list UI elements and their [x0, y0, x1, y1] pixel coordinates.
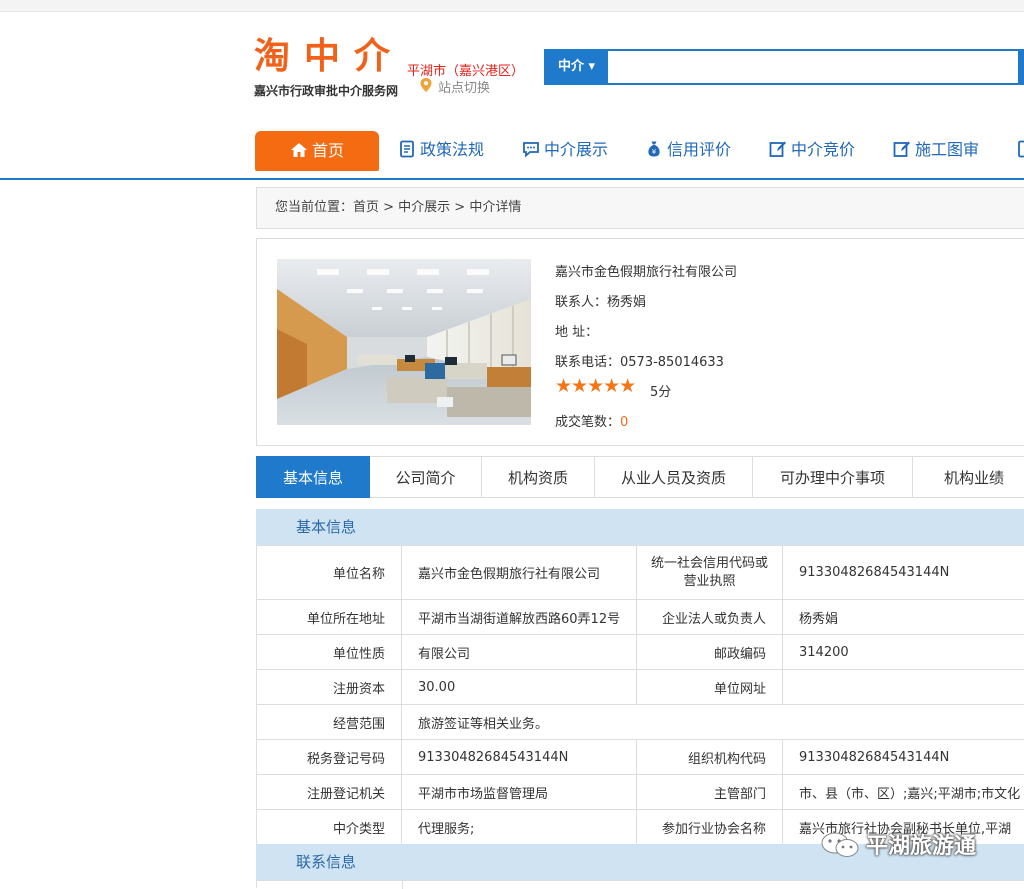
tax-number-label: 税务登记号码: [257, 740, 402, 775]
nav-drawing-review[interactable]: 施工图审: [893, 128, 979, 172]
document-icon: [1016, 140, 1024, 158]
deal-count: 成交笔数：0: [555, 411, 628, 430]
tab-qualification[interactable]: 机构资质: [482, 456, 595, 498]
section-basic-info: 基本信息: [256, 509, 1024, 545]
table-row: 注册登记机关 平湖市市场监督管理局 主管部门 市、县（市、区）;嘉兴;平湖市;市…: [257, 775, 1024, 810]
deal-count-value: 0: [620, 415, 628, 430]
nav-policy-label: 政策法规: [420, 140, 484, 159]
registration-authority-label: 注册登记机关: [257, 775, 402, 810]
basic-info-table: 单位名称 嘉兴市金色假期旅行社有限公司 统一社会信用代码或营业执照 913304…: [256, 545, 1024, 845]
unit-name-label: 单位名称: [257, 546, 402, 600]
nav-more[interactable]: [1016, 128, 1024, 172]
registration-authority-value: 平湖市市场监督管理局: [402, 775, 637, 810]
nav-credit-label: 信用评价: [667, 140, 731, 159]
table-row: 经营范围 旅游签证等相关业务。: [257, 705, 1024, 740]
department-value: 市、县（市、区）;嘉兴;平湖市;市文化: [783, 775, 1024, 810]
nav-policy[interactable]: 政策法规: [398, 128, 484, 172]
money-bag-icon: ¥: [645, 140, 663, 158]
unit-nature-value: 有限公司: [402, 635, 637, 670]
watermark-text: 平湖旅游通: [866, 828, 976, 860]
nav-home-label: 首页: [312, 141, 344, 160]
department-label: 主管部门: [637, 775, 783, 810]
capital-label: 注册资本: [257, 670, 402, 705]
nav-bidding[interactable]: 中介竞价: [769, 128, 855, 172]
logo-subtitle: 嘉兴市行政审批中介服务网: [254, 82, 404, 99]
company-name: 嘉兴市金色假期旅行社有限公司: [555, 261, 737, 280]
website-label: 单位网址: [637, 670, 783, 705]
credit-code-value: 91330482684543144N: [783, 546, 1024, 600]
capital-value: 30.00: [402, 670, 637, 705]
legal-person-label: 企业法人或负责人: [637, 600, 783, 635]
site-logo[interactable]: 淘中介 嘉兴市行政审批中介服务网: [254, 36, 404, 99]
browser-top-strip: [0, 0, 1024, 12]
table-row: [256, 880, 1024, 888]
breadcrumb: 您当前位置：首页 > 中介展示 > 中介详情: [256, 187, 1024, 229]
nav-showcase-label: 中介展示: [544, 140, 608, 159]
rating-score: 5分: [650, 381, 671, 400]
nav-showcase[interactable]: 中介展示: [522, 128, 608, 172]
agency-type-label: 中介类型: [257, 810, 402, 845]
tab-staff[interactable]: 从业人员及资质: [595, 456, 753, 498]
tab-services[interactable]: 可办理中介事项: [753, 456, 913, 498]
unit-nature-label: 单位性质: [257, 635, 402, 670]
tab-performance[interactable]: 机构业绩: [913, 456, 1024, 498]
nav-home[interactable]: 首页: [255, 131, 379, 171]
nav-bidding-label: 中介竞价: [791, 140, 855, 159]
address-label: 单位所在地址: [257, 600, 402, 635]
association-label: 参加行业协会名称: [637, 810, 783, 845]
table-row: 单位所在地址 平湖市当湖街道解放西路60弄12号 企业法人或负责人 杨秀娟: [257, 600, 1024, 635]
company-photo: [277, 259, 531, 425]
scope-label: 经营范围: [257, 705, 402, 740]
website-value[interactable]: [783, 670, 1024, 705]
home-icon: [290, 141, 308, 159]
company-contact: 联系人：杨秀娟: [555, 291, 646, 310]
chat-icon: [522, 140, 540, 158]
company-card: 嘉兴市金色假期旅行社有限公司 联系人：杨秀娟 地 址： 联系电话：0573-85…: [256, 238, 1024, 446]
company-phone: 联系电话：0573-85014633: [555, 351, 724, 370]
nav-credit[interactable]: ¥ 信用评价: [645, 128, 731, 172]
org-code-value: 91330482684543144N: [783, 740, 1024, 775]
tab-company-profile[interactable]: 公司简介: [370, 456, 482, 498]
org-code-label: 组织机构代码: [637, 740, 783, 775]
tab-basic-info[interactable]: 基本信息: [256, 456, 370, 498]
site-switch-link[interactable]: 站点切换: [438, 77, 490, 96]
legal-person-value: 杨秀娟: [783, 600, 1024, 635]
table-row: 单位名称 嘉兴市金色假期旅行社有限公司 统一社会信用代码或营业执照 913304…: [257, 546, 1024, 600]
address-value: 平湖市当湖街道解放西路60弄12号: [402, 600, 637, 635]
wechat-icon: [820, 831, 860, 859]
company-address: 地 址：: [555, 321, 598, 340]
unit-name-value: 嘉兴市金色假期旅行社有限公司: [402, 546, 637, 600]
nav-drawing-review-label: 施工图审: [915, 140, 979, 159]
edit-icon: [893, 140, 911, 158]
tax-number-value: 91330482684543144N: [402, 740, 637, 775]
deal-count-label: 成交笔数：: [555, 415, 620, 430]
search-input[interactable]: [608, 51, 1020, 83]
postcode-label: 邮政编码: [637, 635, 783, 670]
table-row: 注册资本 30.00 单位网址: [257, 670, 1024, 705]
agency-type-value: 代理服务;: [402, 810, 637, 845]
postcode-value: 314200: [783, 635, 1024, 670]
search-bar: 中介 ▾: [544, 49, 1024, 85]
search-type-dropdown[interactable]: 中介 ▾: [546, 51, 608, 83]
rating-stars-icon: ★★★★★: [555, 375, 635, 397]
svg-text:¥: ¥: [652, 148, 657, 156]
detail-tabs: 基本信息 公司简介 机构资质 从业人员及资质 可办理中介事项 机构业绩: [256, 456, 1024, 498]
table-row: 税务登记号码 91330482684543144N 组织机构代码 9133048…: [257, 740, 1024, 775]
scope-value: 旅游签证等相关业务。: [402, 705, 1024, 740]
table-row: 单位性质 有限公司 邮政编码 314200: [257, 635, 1024, 670]
edit-icon: [769, 140, 787, 158]
main-nav: 首页 政策法规 中介展示 ¥ 信用评价 中介竞价 施工图审: [0, 128, 1024, 180]
logo-title: 淘中介: [254, 36, 404, 76]
credit-code-label: 统一社会信用代码或营业执照: [637, 546, 783, 600]
search-button[interactable]: [1018, 51, 1024, 83]
location-pin-icon: [420, 78, 432, 92]
document-icon: [398, 140, 416, 158]
